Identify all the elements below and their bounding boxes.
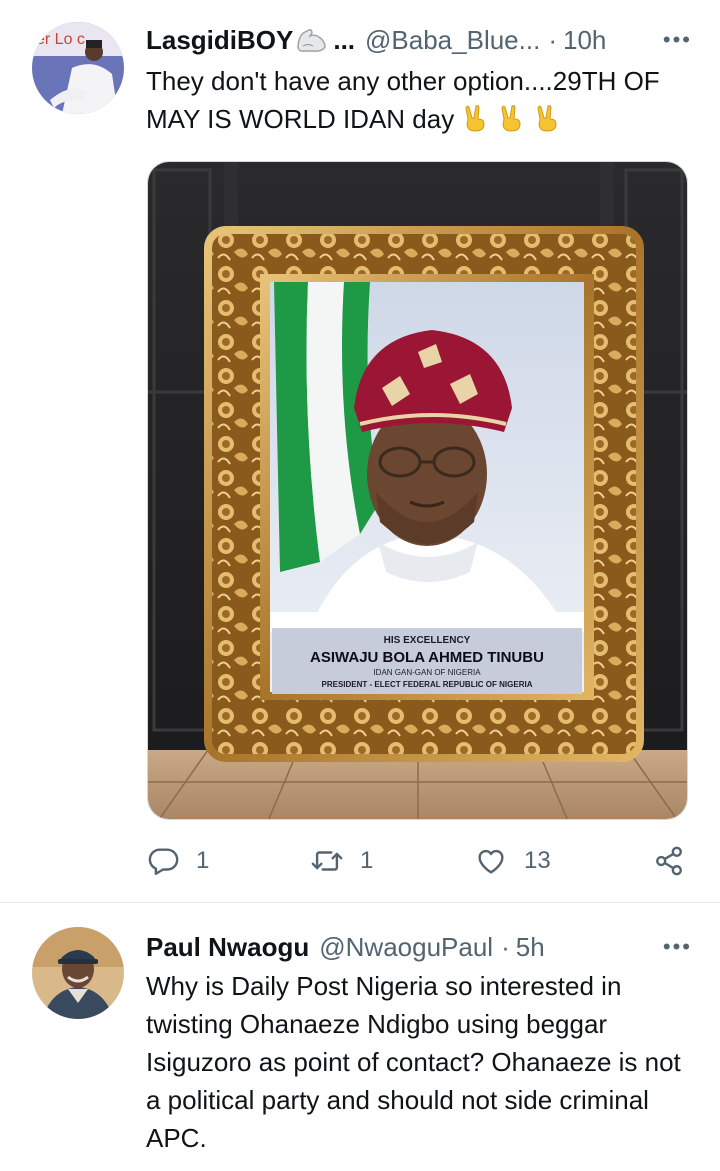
victory-hand-emoji	[501, 105, 521, 132]
tweet-card[interactable]: Paul Nwaogu @NwaoguPaul · 5h ••• Why is …	[0, 903, 720, 1171]
tweet-header: Paul Nwaogu @NwaoguPaul · 5h •••	[146, 927, 692, 967]
tweet-card[interactable]: er Lo c LasgidiBOY ... @Baba_Blue... · 1…	[0, 0, 720, 902]
heart-icon	[478, 849, 504, 874]
flexed-biceps-emoji	[295, 26, 329, 54]
avatar-banner-text: er Lo c	[36, 31, 85, 48]
caption-role: PRESIDENT - ELECT FEDERAL REPUBLIC OF NI…	[322, 680, 533, 689]
timestamp[interactable]: 5h	[516, 932, 545, 963]
caption-title: HIS EXCELLENCY	[384, 635, 471, 646]
reply-count: 1	[196, 847, 210, 874]
name-ellipsis: ...	[333, 24, 356, 55]
more-options-icon[interactable]: •••	[663, 20, 692, 60]
display-name[interactable]: Paul Nwaogu	[146, 932, 309, 963]
victory-hand-emoji	[465, 105, 485, 132]
caption-name: ASIWAJU BOLA AHMED TINUBU	[310, 649, 544, 666]
separator-dot: ·	[548, 24, 557, 55]
caption-subtitle: IDAN GAN-GAN OF NIGERIA	[373, 668, 481, 677]
tweet-text-body: They don't have any other option....29TH…	[146, 66, 660, 134]
tweet-header: LasgidiBOY ... @Baba_Blue... · 10h •••	[146, 20, 692, 60]
reply-button[interactable]: 1	[146, 838, 209, 884]
like-count: 13	[524, 847, 551, 874]
user-handle[interactable]: @Baba_Blue...	[365, 25, 540, 56]
retweet-button[interactable]: 1	[310, 838, 373, 884]
reply-icon	[148, 848, 179, 875]
retweet-count: 1	[360, 847, 374, 874]
separator-dot: ·	[501, 931, 510, 962]
more-options-icon[interactable]: •••	[663, 927, 692, 967]
avatar[interactable]	[32, 927, 124, 1019]
victory-hand-emoji	[537, 105, 557, 132]
tweet-text: Why is Daily Post Nigeria so interested …	[146, 971, 681, 1153]
tweet-text: They don't have any other option....29TH…	[146, 62, 690, 138]
like-button[interactable]: 13	[474, 838, 551, 884]
retweet-icon	[311, 851, 343, 871]
tweet-image[interactable]: HIS EXCELLENCY ASIWAJU BOLA AHMED TINUBU…	[147, 161, 688, 820]
share-icon	[656, 846, 682, 876]
tweet-actions: 1 1 13	[146, 838, 694, 884]
display-name[interactable]: LasgidiBOY	[146, 25, 293, 56]
user-handle[interactable]: @NwaoguPaul	[319, 932, 493, 963]
share-button[interactable]	[652, 838, 686, 884]
avatar[interactable]: er Lo c	[32, 22, 124, 114]
timestamp[interactable]: 10h	[563, 25, 606, 56]
